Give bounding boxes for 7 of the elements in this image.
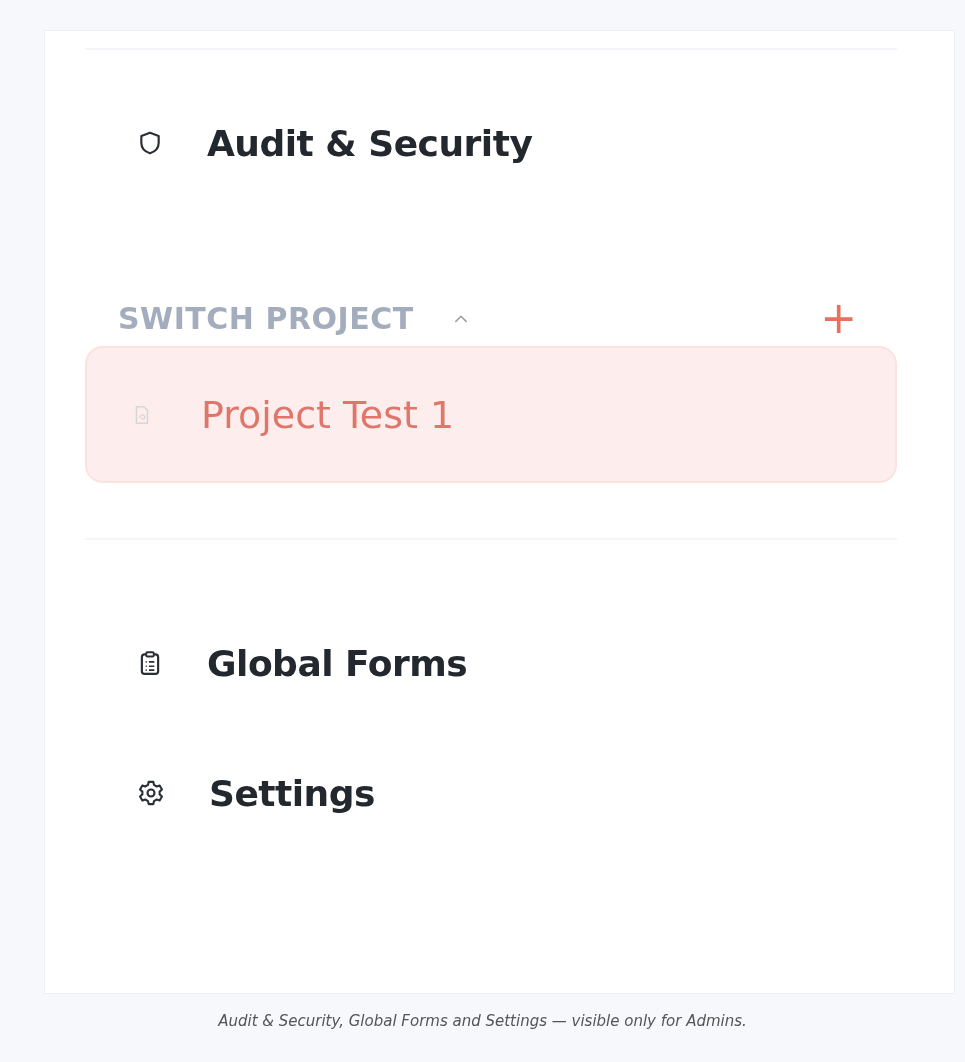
nav-item[interactable]: Global Forms xyxy=(85,628,897,698)
caption: Audit & Security, Global Forms and Settings — visible only for Admins. xyxy=(216,1011,748,1030)
section-title: SWITCH PROJECT xyxy=(118,300,414,336)
chevron-up-icon[interactable] xyxy=(453,313,468,323)
nav-item[interactable]: Settings xyxy=(85,758,897,828)
settings-icon xyxy=(137,779,165,807)
nav-item[interactable]: Audit & Security xyxy=(85,108,897,178)
